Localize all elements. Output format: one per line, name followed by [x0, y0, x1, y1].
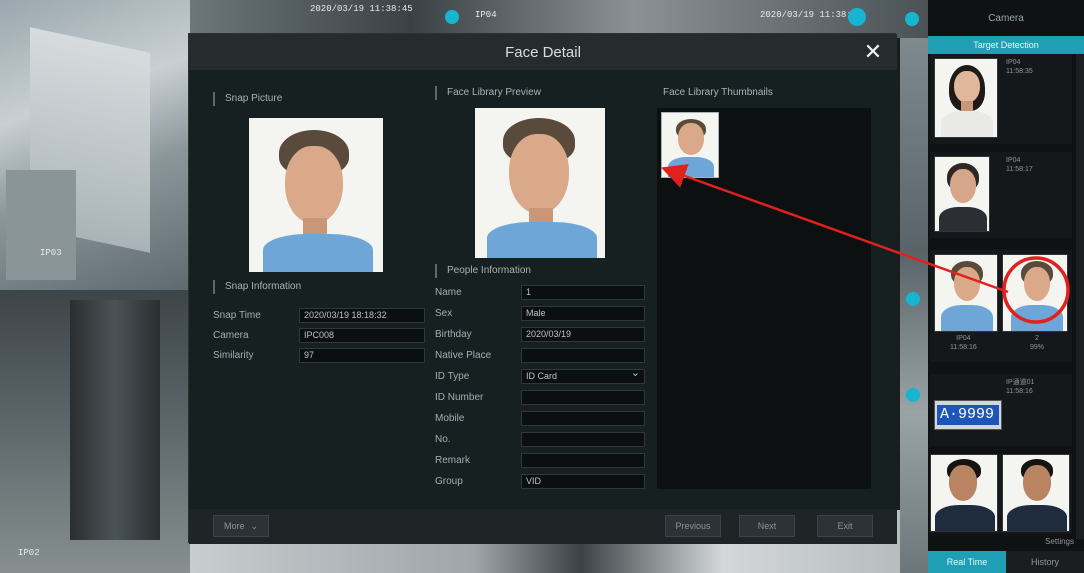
camera-field[interactable]: IPC008	[299, 328, 425, 343]
scrollbar[interactable]	[1076, 54, 1084, 539]
face-thumbnail	[934, 58, 998, 138]
face-thumbnail	[930, 454, 998, 532]
birthday-label: Birthday	[435, 329, 472, 340]
item-meta: IP04 11:58:16	[950, 334, 977, 352]
status-dot-icon	[906, 388, 920, 402]
group-field[interactable]: VID	[521, 474, 645, 489]
face-thumbnail	[1002, 454, 1070, 532]
item-meta: IP通道01 11:58:16	[1006, 378, 1034, 396]
similarity-field[interactable]: 97	[299, 348, 425, 363]
exit-button[interactable]: Exit	[817, 515, 873, 537]
list-item[interactable]: IP04 11:58:17	[930, 152, 1072, 238]
item-meta: IP04 11:58:35	[1006, 58, 1033, 76]
mobile-label: Mobile	[435, 413, 465, 424]
library-thumbnail[interactable]	[661, 112, 719, 178]
face-thumbnail	[934, 156, 990, 232]
people-info-heading: People Information	[435, 264, 531, 278]
item-camera: IP04	[1006, 59, 1021, 66]
chevron-down-icon: ⌄	[250, 520, 259, 531]
native-place-field[interactable]	[521, 348, 645, 363]
tab-real-time[interactable]: Real Time	[928, 551, 1006, 573]
item-similarity: 99%	[1030, 344, 1045, 351]
list-item[interactable]: IP04 11:58:35	[930, 54, 1072, 144]
no-field[interactable]	[521, 432, 645, 447]
elevator	[70, 300, 160, 540]
remark-label: Remark	[435, 455, 471, 466]
item-meta: IP04 11:58:17	[1006, 156, 1033, 174]
list-item[interactable]	[930, 454, 1072, 534]
library-preview-label: Face Library Preview	[435, 86, 541, 100]
item-camera: IP04	[956, 335, 971, 342]
snap-time-field[interactable]: 2020/03/19 18:18:32	[299, 308, 425, 323]
list-item[interactable]: IP04 11:58:16 2 99%	[930, 250, 1072, 362]
item-time: 11:58:35	[1006, 68, 1033, 75]
id-number-label: ID Number	[435, 392, 484, 403]
native-place-label: Native Place	[435, 350, 492, 361]
face-thumbnail	[1002, 254, 1068, 332]
thumbnails-panel	[657, 108, 871, 489]
settings-link[interactable]: Settings	[1045, 537, 1074, 546]
face-thumbnail	[934, 254, 998, 332]
dialog-title: Face Detail	[189, 34, 897, 70]
more-button[interactable]: More ⌄	[213, 515, 269, 537]
birthday-field[interactable]: 2020/03/19	[521, 327, 645, 342]
status-dot-icon	[848, 8, 866, 26]
id-type-select[interactable]: ID Card	[521, 367, 645, 384]
library-preview-picture	[475, 108, 605, 258]
item-match-meta: 2 99%	[1030, 334, 1044, 352]
next-button[interactable]: Next	[739, 515, 795, 537]
snap-picture	[249, 118, 383, 272]
sex-label: Sex	[435, 308, 453, 319]
tab-history[interactable]: History	[1006, 551, 1084, 573]
plate-text: A·9999	[937, 405, 999, 425]
list-item[interactable]: A·9999 IP通道01 11:58:16	[930, 374, 1072, 446]
snap-time-label: Snap Time	[213, 310, 261, 321]
mobile-field[interactable]	[521, 411, 645, 426]
previous-button[interactable]: Previous	[665, 515, 721, 537]
item-match-id: 2	[1035, 335, 1039, 342]
camera-label-b: IP04	[475, 10, 497, 20]
id-type-label: ID Type	[435, 371, 470, 382]
door	[6, 170, 76, 280]
tab-target-detection[interactable]: Target Detection	[928, 36, 1084, 54]
name-label: Name	[435, 287, 462, 298]
similarity-label: Similarity	[213, 350, 254, 361]
target-detection-panel: Camera Target Detection IP04 11:58:35 IP…	[928, 0, 1084, 573]
camera-view-ip03[interactable]: IP03	[0, 0, 190, 290]
more-label: More	[223, 521, 245, 531]
camera-timestamp-a: 2020/03/19 11:38:45	[310, 4, 413, 14]
dialog-body: Snap Picture Snap Information Snap Time …	[189, 70, 897, 509]
item-camera: IP通道01	[1006, 379, 1035, 386]
plate-thumbnail: A·9999	[934, 400, 1002, 430]
thumbnails-label: Face Library Thumbnails	[663, 87, 773, 98]
status-dot-icon	[445, 10, 459, 24]
snap-picture-label: Snap Picture	[213, 92, 282, 106]
snap-info-heading: Snap Information	[213, 280, 301, 294]
close-icon[interactable]: ✕	[861, 40, 885, 64]
camera-label: Camera	[213, 330, 249, 341]
dialog-footer: More ⌄ Previous Next Exit	[189, 509, 897, 544]
camera-label-ip03: IP03	[40, 248, 62, 258]
item-time: 11:58:16	[950, 344, 977, 351]
camera-label-ip02: IP02	[18, 548, 40, 558]
item-camera: IP04	[1006, 157, 1021, 164]
no-label: No.	[435, 434, 451, 445]
detection-list: IP04 11:58:35 IP04 11:58:17 IP04 11:58:1…	[928, 54, 1076, 539]
id-number-field[interactable]	[521, 390, 645, 405]
name-field[interactable]: 1	[521, 285, 645, 300]
status-dot-icon	[905, 12, 919, 26]
sex-field[interactable]: Male	[521, 306, 645, 321]
remark-field[interactable]	[521, 453, 645, 468]
item-time: 11:58:17	[1006, 166, 1033, 173]
panel-bottom-tabs: Real Time History	[928, 551, 1084, 573]
panel-title: Camera	[988, 12, 1024, 24]
group-label: Group	[435, 476, 463, 487]
item-time: 11:58:16	[1006, 388, 1033, 395]
camera-view-ip02[interactable]: IP02	[0, 290, 190, 573]
camera-view-right[interactable]	[900, 38, 928, 573]
status-dot-icon	[906, 292, 920, 306]
face-detail-dialog: Face Detail ✕ Snap Picture Snap Informat…	[188, 33, 897, 544]
